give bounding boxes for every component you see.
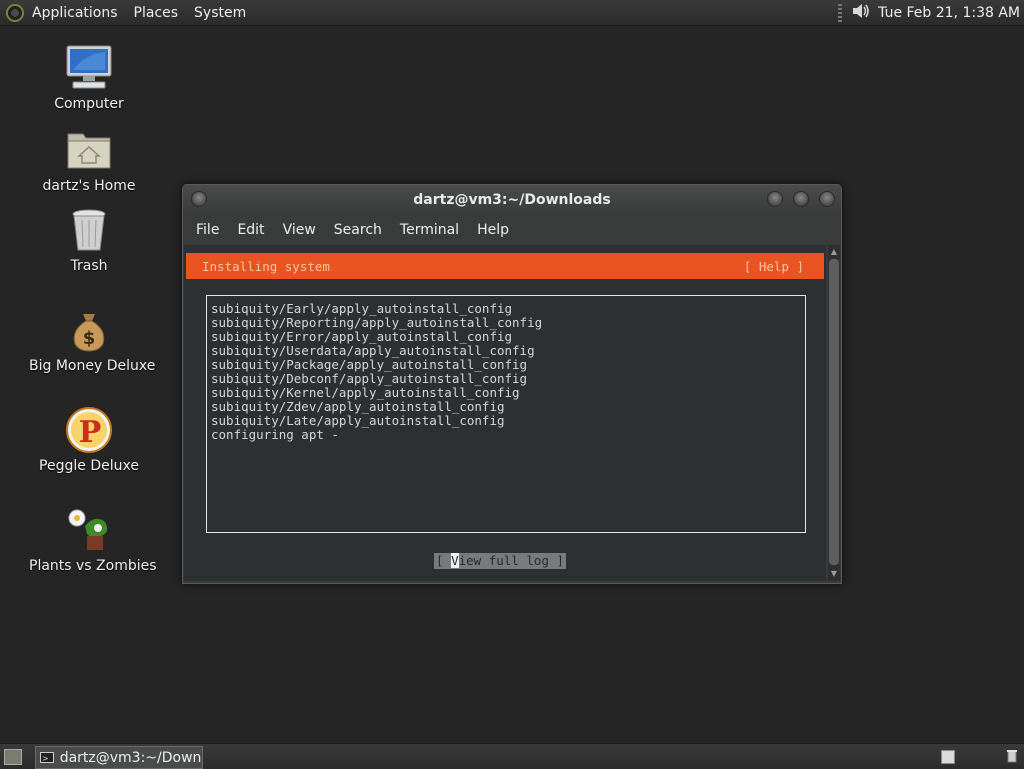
terminal-icon: >_ [40, 752, 54, 763]
log-line: subiquity/Reporting/apply_autoinstall_co… [211, 315, 543, 330]
log-line: subiquity/Package/apply_autoinstall_conf… [211, 357, 528, 372]
scroll-down-icon[interactable]: ▼ [829, 569, 839, 579]
scrollbar-thumb[interactable] [829, 259, 839, 565]
minimize-button[interactable] [767, 191, 783, 207]
close-button[interactable] [819, 191, 835, 207]
menu-help[interactable]: Help [468, 222, 518, 238]
menu-terminal[interactable]: Terminal [391, 222, 468, 238]
speaker-icon[interactable] [850, 0, 872, 26]
plants-vs-zombies-icon [65, 506, 113, 554]
menu-search[interactable]: Search [325, 222, 391, 238]
terminal-content[interactable]: Installing system [ Help ] subiquity/Ear… [184, 245, 826, 581]
menu-applications[interactable]: Applications [24, 5, 126, 21]
window-title-bar[interactable]: dartz@vm3:~/Downloads [183, 185, 841, 215]
desktop-icon-label: Trash [70, 258, 108, 274]
desktop-icon-label: Big Money Deluxe [29, 358, 156, 374]
desktop-icon-label: Plants vs Zombies [29, 558, 157, 574]
menu-system[interactable]: System [186, 5, 254, 21]
home-folder-icon [65, 126, 113, 174]
money-bag-icon: $ [65, 306, 113, 354]
view-log-bracket: [ [436, 553, 452, 568]
log-line: subiquity/Zdev/apply_autoinstall_config [211, 399, 505, 414]
log-line: subiquity/Late/apply_autoinstall_config [211, 413, 505, 428]
desktop-icon-big-money[interactable]: $ Big Money Deluxe [29, 306, 156, 374]
view-full-log-button[interactable]: [ View full log ] [434, 553, 566, 569]
menu-view[interactable]: View [274, 222, 325, 238]
desktop-icon-computer[interactable]: Computer [29, 44, 149, 112]
menu-places[interactable]: Places [126, 5, 187, 21]
svg-text:$: $ [83, 328, 96, 349]
installer-header: Installing system [ Help ] [186, 253, 824, 279]
log-line: subiquity/Kernel/apply_autoinstall_confi… [211, 385, 520, 400]
clock[interactable]: Tue Feb 21, 1:38 AM [872, 5, 1024, 21]
desktop-icon-label: Peggle Deluxe [39, 458, 139, 474]
svg-text:P: P [79, 415, 102, 450]
bottom-panel: >_ dartz@vm3:~/Down... [0, 743, 1024, 769]
install-log: subiquity/Early/apply_autoinstall_config… [211, 302, 542, 442]
install-log-box: subiquity/Early/apply_autoinstall_config… [206, 295, 806, 533]
trash-icon [65, 206, 113, 254]
log-line: subiquity/Early/apply_autoinstall_config [211, 301, 513, 316]
desktop-icon-label: Computer [54, 96, 124, 112]
log-line: configuring apt - [211, 427, 339, 442]
terminal-window[interactable]: dartz@vm3:~/Downloads File Edit View Sea… [182, 184, 842, 584]
view-log-label: iew full log ] [458, 553, 564, 568]
scroll-up-icon[interactable]: ▲ [829, 247, 839, 257]
terminal-menu-bar: File Edit View Search Terminal Help [183, 215, 841, 245]
menu-file[interactable]: File [187, 222, 228, 238]
desktop-icon-trash[interactable]: Trash [29, 206, 149, 274]
log-line: subiquity/Userdata/apply_autoinstall_con… [211, 343, 535, 358]
desktop-icon-label: dartz's Home [42, 178, 136, 194]
help-button[interactable]: [ Help ] [744, 259, 804, 274]
peggle-icon: P [65, 406, 113, 454]
show-desktop-icon[interactable] [4, 749, 22, 765]
desktop-icon-plants-vs-zombies[interactable]: Plants vs Zombies [29, 506, 157, 574]
trash-applet-icon[interactable] [1007, 749, 1017, 763]
log-line: subiquity/Error/apply_autoinstall_config [211, 329, 513, 344]
desktop-icon-peggle[interactable]: P Peggle Deluxe [29, 406, 149, 474]
text-cursor: V [451, 553, 459, 568]
installer-title: Installing system [202, 259, 330, 274]
top-panel: Applications Places System Tue Feb 21, 1… [0, 0, 1024, 26]
menu-edit[interactable]: Edit [228, 222, 273, 238]
maximize-button[interactable] [793, 191, 809, 207]
panel-grip [838, 3, 843, 22]
computer-icon [65, 44, 113, 92]
distro-logo-icon[interactable] [6, 3, 24, 22]
taskbar-label: dartz@vm3:~/Down... [59, 749, 202, 766]
desktop-icon-home[interactable]: dartz's Home [29, 126, 149, 194]
taskbar-terminal-button[interactable]: >_ dartz@vm3:~/Down... [35, 746, 203, 769]
terminal-scrollbar[interactable]: ▲ ▼ [828, 245, 840, 581]
workspace-switcher[interactable] [941, 750, 955, 764]
window-title: dartz@vm3:~/Downloads [413, 192, 611, 208]
log-line: subiquity/Debconf/apply_autoinstall_conf… [211, 371, 528, 386]
